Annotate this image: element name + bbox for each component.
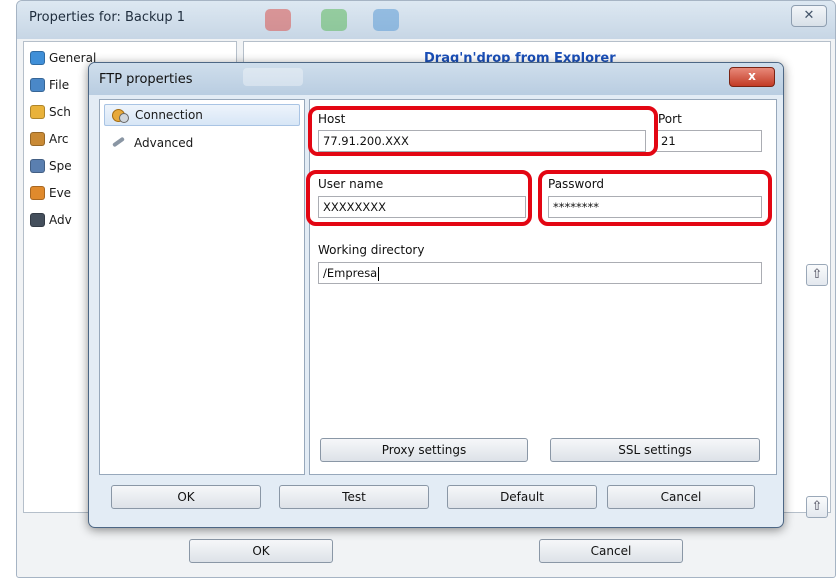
password-input[interactable]: ******** (548, 196, 762, 218)
properties-ok-button[interactable]: OK (189, 539, 333, 563)
nav-item-schedule[interactable]: Sch (30, 102, 71, 122)
ftp-dialog-close-button[interactable]: x (729, 67, 775, 87)
tree-item-advanced[interactable]: Advanced (104, 132, 300, 154)
nav-item-label: General (49, 51, 97, 65)
proxy-settings-button[interactable]: Proxy settings (320, 438, 528, 462)
properties-cancel-button[interactable]: Cancel (539, 539, 683, 563)
text-caret (378, 266, 380, 281)
events-icon (30, 186, 45, 200)
tree-item-label: Connection (135, 108, 203, 122)
password-label: Password (548, 177, 605, 191)
screenshot-stage: Properties for: Backup 1 ✕ General File … (0, 0, 838, 581)
move-up-arrow-icon[interactable]: ⇧ (806, 264, 828, 286)
ftp-connection-panel: Host 77.91.200.XXX Port 21 User name XXX… (306, 99, 777, 475)
tree-item-connection[interactable]: Connection (104, 104, 300, 126)
ftp-dialog-titlebar: FTP properties x (89, 63, 783, 95)
nav-item-speed[interactable]: Spe (30, 156, 72, 176)
toolbar-ghost-icon (265, 9, 291, 31)
speed-icon (30, 159, 45, 173)
nav-item-label: Sch (49, 105, 71, 119)
tree-item-label: Advanced (134, 136, 194, 150)
properties-titlebar: Properties for: Backup 1 ✕ (17, 1, 835, 39)
ftp-test-button[interactable]: Test (279, 485, 429, 509)
nav-item-files[interactable]: File (30, 75, 69, 95)
nav-item-label: Adv (49, 213, 72, 227)
ftp-properties-dialog: FTP properties x Connection Advanced Hos… (88, 62, 784, 528)
move-up-arrow-icon[interactable]: ⇧ (806, 496, 828, 518)
ftp-cancel-button[interactable]: Cancel (607, 485, 755, 509)
port-label: Port (658, 112, 682, 126)
nav-item-label: Arc (49, 132, 69, 146)
general-icon (30, 51, 45, 65)
ftp-ok-button[interactable]: OK (111, 485, 261, 509)
toolbar-ghost-icon (321, 9, 347, 31)
advanced-icon (30, 213, 45, 227)
nav-item-label: Eve (49, 186, 72, 200)
host-input[interactable]: 77.91.200.XXX (318, 130, 646, 152)
ssl-settings-button[interactable]: SSL settings (550, 438, 760, 462)
toolbar-ghost-icon (373, 9, 399, 31)
username-input[interactable]: XXXXXXXX (318, 196, 526, 218)
nav-item-advanced[interactable]: Adv (30, 210, 72, 230)
port-input[interactable]: 21 (656, 130, 762, 152)
working-directory-input[interactable]: /Empresa (318, 262, 762, 284)
username-label: User name (318, 177, 384, 191)
files-icon (30, 78, 45, 92)
nav-item-general[interactable]: General (30, 48, 96, 68)
host-label: Host (318, 112, 346, 126)
nav-item-label: Spe (49, 159, 72, 173)
schedule-icon (30, 105, 45, 119)
working-directory-value: /Empresa (323, 266, 378, 280)
connection-icon (111, 107, 129, 123)
nav-item-archive[interactable]: Arc (30, 129, 68, 149)
nav-item-label: File (49, 78, 70, 92)
properties-window-title: Properties for: Backup 1 (29, 10, 186, 25)
ftp-settings-tree: Connection Advanced (99, 99, 305, 475)
ftp-default-button[interactable]: Default (447, 485, 597, 509)
nav-item-events[interactable]: Eve (30, 183, 71, 203)
advanced-icon (110, 135, 128, 151)
titlebar-ghost-tab (243, 68, 303, 86)
properties-close-button[interactable]: ✕ (791, 5, 827, 27)
working-directory-label: Working directory (318, 243, 425, 257)
ftp-dialog-title: FTP properties (99, 72, 193, 87)
archive-icon (30, 132, 45, 146)
